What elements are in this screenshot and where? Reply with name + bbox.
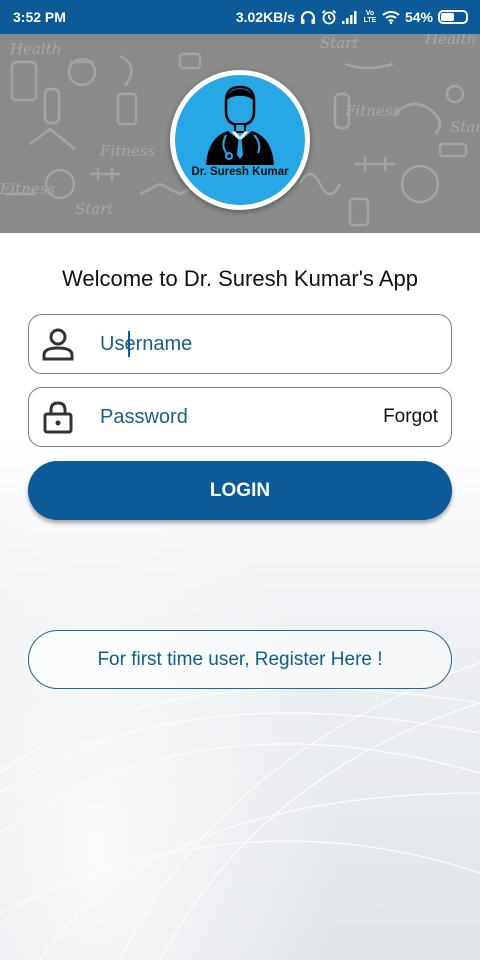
status-time: 3:52 PM [13, 9, 66, 25]
welcome-title: Welcome to Dr. Suresh Kumar's App [62, 266, 418, 291]
volte-label-top: Vo [365, 10, 375, 17]
volte-icon: Vo LTE [363, 10, 377, 24]
battery-level [441, 13, 454, 21]
forgot-password-link[interactable]: Forgot [383, 406, 438, 428]
register-button[interactable]: For first time user, Register Here ! [28, 630, 452, 689]
text-cursor [128, 331, 130, 357]
logo-label: Dr. Suresh Kumar [191, 166, 289, 178]
doctor-logo: Dr. Suresh Kumar [170, 70, 310, 210]
battery-icon [438, 10, 468, 24]
password-input[interactable] [100, 399, 384, 435]
password-field[interactable]: Forgot [28, 387, 452, 447]
pattern-word: Health [424, 34, 476, 48]
signal-icon [341, 10, 358, 24]
network-speed: 3.02KB/s [235, 9, 295, 25]
alarm-icon [321, 9, 337, 25]
status-icons: 3.02KB/s Vo LTE 54% [236, 9, 468, 25]
pattern-word: Fitness [99, 142, 155, 160]
wifi-icon [382, 10, 400, 24]
pattern-word: Health [9, 40, 61, 58]
username-field[interactable] [28, 314, 452, 374]
status-bar: 3:52 PM 3.02KB/s Vo LTE 54% [0, 0, 480, 34]
pattern-word: Start [320, 34, 359, 52]
user-icon [40, 327, 76, 361]
headphones-icon [300, 10, 316, 25]
pattern-word: Start [75, 200, 114, 218]
header-banner: Health Fitness Start Fitness Health Fitn… [0, 34, 480, 233]
lock-icon [40, 400, 76, 434]
pattern-word: Fitness [0, 180, 55, 198]
login-button[interactable]: LOGIN [28, 461, 452, 520]
pattern-word: Fitness [344, 102, 400, 120]
volte-label-bottom: LTE [363, 17, 377, 24]
username-input[interactable] [100, 326, 451, 362]
doctor-icon [206, 85, 274, 165]
battery-percent: 54% [404, 9, 433, 25]
pattern-word: Start [450, 118, 480, 136]
login-area: Welcome to Dr. Suresh Kumar's App Forgot… [0, 233, 480, 960]
